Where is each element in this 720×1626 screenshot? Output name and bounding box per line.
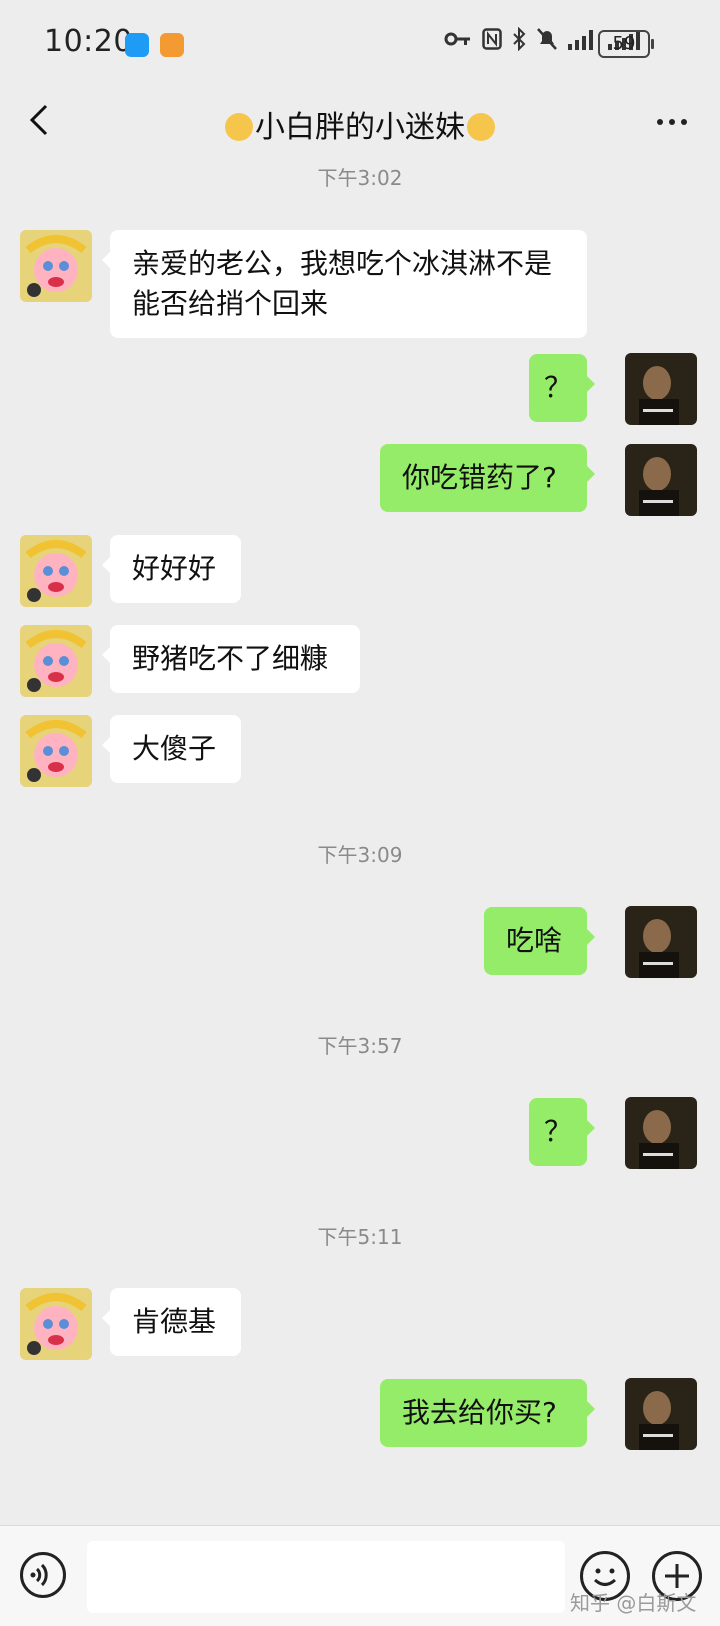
chat-title: 小白胖的小迷妹 [0,102,720,146]
message-app-icon [125,33,149,57]
incoming-message: 亲爱的老公，我想吃个冰淇淋不是能否给捎个回来 [102,230,587,338]
incoming-message: 好好好 [102,535,241,603]
person-emoji-icon [225,113,253,141]
watermark: 知乎 @白斯文 [570,1591,697,1615]
my-avatar[interactable] [625,1378,697,1450]
timestamp: 下午3:09 [317,843,403,867]
timestamp: 下午3:57 [317,1034,403,1058]
timestamp: 下午3:02 [317,166,403,190]
outgoing-message: 吃啥 [484,907,595,975]
timestamp: 下午5:11 [317,1225,403,1249]
person-emoji-icon [467,113,495,141]
message-input[interactable] [87,1541,565,1613]
my-avatar[interactable] [625,444,697,516]
outgoing-message: ？ [529,1098,595,1166]
outgoing-message: ？ [529,354,595,422]
outgoing-message: 我去给你买? [380,1379,595,1447]
my-avatar[interactable] [625,906,697,978]
nfc-icon [482,28,502,50]
voice-icon [30,1563,48,1587]
key-icon [444,32,470,46]
incoming-message: 肯德基 [102,1288,241,1356]
chat-header: 小白胖的小迷妹 [0,90,720,154]
bluetooth-icon [513,27,526,51]
mute-bell-icon [537,28,557,50]
contact-avatar[interactable] [20,535,92,607]
battery-indicator: 59 [598,30,654,58]
incoming-message: 野猪吃不了细糠 [102,625,360,693]
voice-button[interactable] [20,1552,66,1598]
contact-avatar[interactable] [20,230,92,302]
status-time: 10:20 [44,24,133,59]
contact-avatar[interactable] [20,1288,92,1360]
chat-title-text: 小白胖的小迷妹 [255,110,465,145]
outgoing-message: 你吃错药了? [380,444,595,512]
contact-avatar[interactable] [20,715,92,787]
my-avatar[interactable] [625,353,697,425]
contact-avatar[interactable] [20,625,92,697]
game-app-icon [160,33,184,57]
signal-icon-1 [568,30,593,50]
more-options-button[interactable] [652,110,692,134]
my-avatar[interactable] [625,1097,697,1169]
incoming-message: 大傻子 [102,715,241,783]
status-bar: 10:20 59 [0,0,720,90]
